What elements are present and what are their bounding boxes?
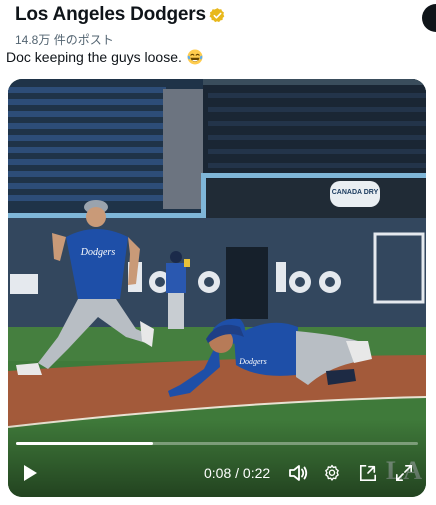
play-icon: [24, 465, 37, 481]
video-player[interactable]: CANADA DRY Dodgers Dodgers 0:08 / 0:22: [8, 79, 426, 497]
svg-text:Dodgers: Dodgers: [238, 357, 267, 366]
verified-badge-icon: [209, 7, 226, 24]
fullscreen-icon: [395, 464, 413, 482]
jersey-text: Dodgers: [80, 247, 116, 258]
volume-icon: [289, 465, 308, 481]
account-title-row: Los Angeles Dodgers: [15, 4, 226, 26]
video-controls: 0:08 / 0:22: [8, 437, 426, 497]
account-name[interactable]: Los Angeles Dodgers: [15, 4, 206, 26]
tweet-body: Doc keeping the guys loose.: [6, 49, 182, 65]
gear-icon: [325, 464, 339, 481]
avatar[interactable]: [422, 4, 436, 32]
progress-fill: [16, 442, 153, 445]
video-frame: CANADA DRY Dodgers Dodgers: [8, 79, 426, 497]
pip-button[interactable]: [356, 461, 380, 485]
face-with-tears-of-joy-icon: [186, 48, 204, 66]
progress-bar[interactable]: [16, 442, 418, 445]
picture-in-picture-icon: [359, 464, 377, 482]
play-button[interactable]: [18, 461, 42, 485]
fullscreen-button[interactable]: [392, 461, 416, 485]
time-display: 0:08 / 0:22: [204, 465, 271, 481]
tweet-text: Doc keeping the guys loose.: [6, 48, 204, 66]
stadium-sign: CANADA DRY: [332, 189, 379, 196]
volume-button[interactable]: [286, 461, 310, 485]
post-header: Los Angeles Dodgers 14.8万 件のポスト: [0, 0, 436, 50]
post-count: 14.8万 件のポスト: [15, 33, 114, 47]
settings-button[interactable]: [320, 461, 344, 485]
